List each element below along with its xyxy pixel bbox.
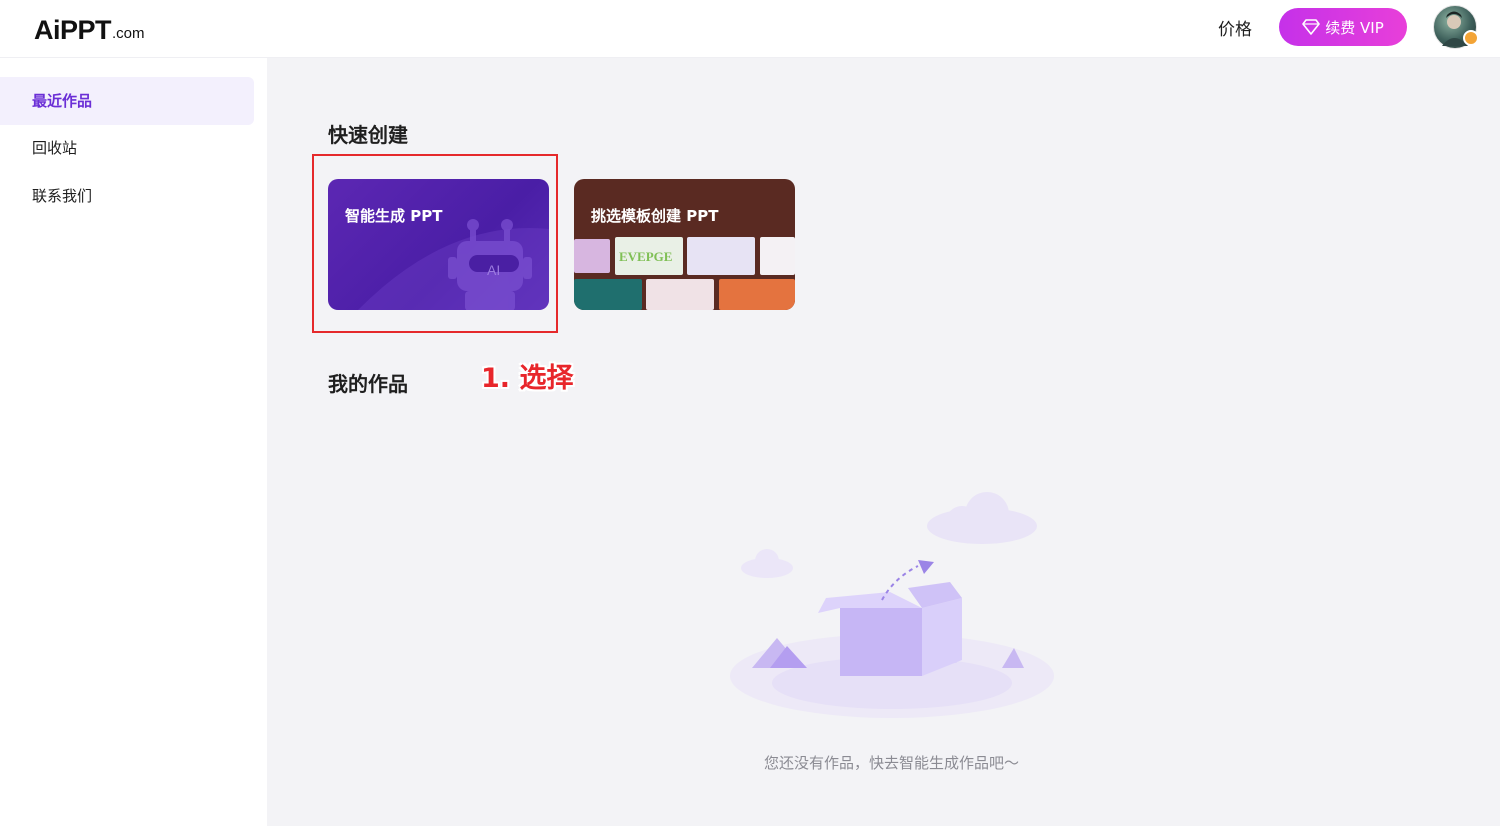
logo-domain-text: .com	[112, 25, 145, 42]
main-content: 快速创建 AI 智能生成 PPT EVEPGE 挑选模板创建 PPT 1. 选择…	[267, 58, 1500, 826]
template-create-ppt-card[interactable]: EVEPGE 挑选模板创建 PPT	[574, 179, 795, 310]
vip-badge-icon	[1463, 30, 1479, 46]
logo-main-text: AiPPT	[34, 15, 112, 45]
empty-state-text: 您还没有作品，快去智能生成作品吧～	[764, 754, 1020, 772]
step-annotation: 1. 选择	[481, 363, 574, 394]
renew-vip-button[interactable]: 续费 VIP	[1279, 8, 1407, 46]
empty-box-illustration	[730, 492, 1054, 718]
top-header: AiPPT .com 价格 续费 VIP	[0, 0, 1500, 58]
template-create-ppt-label: 挑选模板创建 PPT	[591, 207, 719, 225]
quick-create-title: 快速创建	[328, 123, 408, 147]
template-thumb-text: EVEPGE	[619, 249, 673, 264]
price-link[interactable]: 价格	[1218, 15, 1252, 40]
logo[interactable]: AiPPT .com	[34, 12, 145, 44]
diamond-icon	[1302, 19, 1321, 35]
renew-vip-label: 续费 VIP	[1325, 18, 1384, 37]
sidebar-item-recycle-bin[interactable]: 回收站	[0, 124, 254, 172]
sidebar: 最近作品 回收站 联系我们	[0, 58, 267, 826]
selection-highlight-box	[312, 154, 558, 333]
sidebar-item-contact-us[interactable]: 联系我们	[0, 172, 254, 220]
sidebar-item-recent-works[interactable]: 最近作品	[0, 77, 254, 125]
my-works-title: 我的作品	[328, 372, 408, 396]
